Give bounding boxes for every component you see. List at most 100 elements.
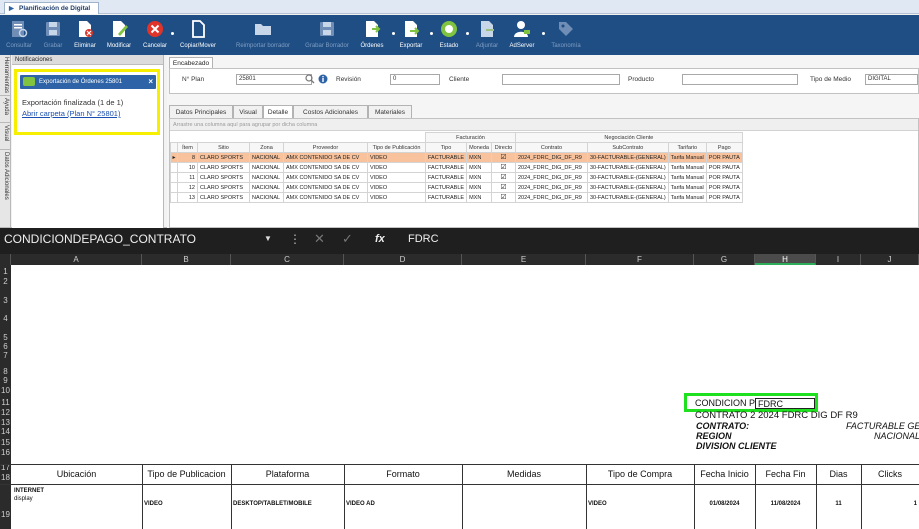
revision-field[interactable]: 0 <box>390 74 440 85</box>
plan-number-field[interactable]: 25801 <box>236 74 312 85</box>
checkmark-icon[interactable]: ☑ <box>500 194 507 201</box>
row-header-19[interactable]: 19 <box>0 511 11 519</box>
more-options-icon[interactable]: ⋮ <box>289 228 301 250</box>
reimportar-borrador-button[interactable]: Reimportar borrador <box>230 16 296 54</box>
column-header-subcontrato[interactable]: SubContrato <box>586 142 669 153</box>
cell-contrato2[interactable]: CONTRATO 2 2024 FDRC DIG DF R9 <box>695 410 858 421</box>
open-folder-link[interactable]: Abrir carpeta (Plan N° 25801) <box>22 109 120 118</box>
cancelar-button[interactable]: Cancelar <box>139 16 171 54</box>
cancel-formula-icon[interactable]: ✕ <box>314 228 325 250</box>
select-all-corner[interactable] <box>0 254 11 265</box>
report-cell-ubicacion-2[interactable]: display <box>14 496 33 502</box>
row-header-12[interactable]: 12 <box>0 409 11 417</box>
report-header-dias[interactable]: Dias <box>816 469 861 479</box>
column-header-directo[interactable]: Directo <box>490 142 516 153</box>
grabar-button[interactable]: Grabar <box>38 16 68 54</box>
column-header-a[interactable]: A <box>11 254 142 265</box>
report-header-fecha-inicio[interactable]: Fecha Inicio <box>694 469 755 479</box>
column-header-tarifario[interactable]: Tarifario <box>667 142 707 153</box>
product-field[interactable] <box>682 74 798 85</box>
eliminar-button[interactable]: Eliminar <box>70 16 100 54</box>
media-type-field[interactable]: DIGITAL <box>865 74 918 85</box>
cell-facturable[interactable]: FACTURABLE GEN <box>846 421 919 431</box>
adserver-button[interactable]: AdServer <box>506 16 538 54</box>
column-header-e[interactable]: E <box>462 254 586 265</box>
exportar-button[interactable]: Exportar <box>392 16 426 54</box>
tab-detalle[interactable]: Detalle <box>263 105 293 119</box>
row-header-1[interactable]: 1 <box>0 268 11 276</box>
report-header-tipo-compra[interactable]: Tipo de Compra <box>586 469 694 479</box>
column-header-f[interactable]: F <box>586 254 694 265</box>
report-cell-tipo-publicacion[interactable]: VIDEO <box>144 501 163 507</box>
report-header-medidas[interactable]: Medidas <box>462 469 586 479</box>
notification-pill[interactable]: Exportación de Órdenes 25801 × <box>20 75 156 89</box>
side-tab-herramientas[interactable]: Herramientas <box>0 55 11 96</box>
table-row[interactable]: 12 CLARO SPORTS NACIONAL AMX CONTENIDO S… <box>170 182 743 193</box>
formula-input[interactable]: FDRC <box>408 228 439 250</box>
row-header-10[interactable]: 10 <box>0 387 11 395</box>
report-header-clicks[interactable]: Clicks <box>861 469 919 479</box>
close-icon[interactable]: × <box>148 75 153 89</box>
tab-datos-principales[interactable]: Datos Principales <box>169 105 233 119</box>
insert-function-icon[interactable]: fx <box>375 228 385 250</box>
row-header-4[interactable]: 4 <box>0 315 11 323</box>
table-row[interactable]: 10 CLARO SPORTS NACIONAL AMX CONTENIDO S… <box>170 162 743 173</box>
report-cell-tipo-compra[interactable]: VIDEO <box>588 501 607 507</box>
row-header-13[interactable]: 13 <box>0 419 11 427</box>
checkmark-icon[interactable]: ☑ <box>500 184 507 191</box>
tab-costos-adicionales[interactable]: Costos Adicionales <box>293 105 368 119</box>
column-header-sitio[interactable]: Sitio <box>197 142 250 153</box>
estado-button[interactable]: Estado <box>430 16 464 54</box>
confirm-formula-icon[interactable]: ✓ <box>342 228 353 250</box>
report-header-ubicacion[interactable]: Ubicación <box>11 469 142 479</box>
table-row[interactable]: ▸ 8 CLARO SPORTS NACIONAL AMX CONTENIDO … <box>170 152 743 163</box>
column-header-zona[interactable]: Zona <box>249 142 284 153</box>
column-header-c[interactable]: C <box>231 254 344 265</box>
report-cell-fecha-fin[interactable]: 11/08/2024 <box>755 501 816 507</box>
report-cell-clicks[interactable]: 1 <box>861 501 917 507</box>
adjuntar-button[interactable]: Adjuntar <box>466 16 504 54</box>
modificar-button[interactable]: Modificar <box>102 16 136 54</box>
column-header-d[interactable]: D <box>344 254 462 265</box>
row-header-3[interactable]: 3 <box>0 297 11 305</box>
side-tab-datos-adicionales[interactable]: Datos Adicionales <box>0 150 11 228</box>
cell-division-label[interactable]: DIVISION CLIENTE <box>696 441 777 451</box>
cell-contrato-label[interactable]: CONTRATO: <box>696 421 749 431</box>
row-header-15[interactable]: 15 <box>0 439 11 447</box>
cell-region-label[interactable]: REGION <box>696 431 732 441</box>
info-icon[interactable] <box>318 74 328 84</box>
column-header-proveedor[interactable]: Proveedor <box>283 142 368 153</box>
column-header-b[interactable]: B <box>142 254 231 265</box>
checkmark-icon[interactable]: ☑ <box>500 164 507 171</box>
row-header-9[interactable]: 9 <box>0 377 11 385</box>
row-header-6[interactable]: 6 <box>0 343 11 351</box>
side-tab-ayuda[interactable]: Ayuda <box>0 96 11 123</box>
tab-materiales[interactable]: Materiales <box>368 105 412 119</box>
row-header-11[interactable]: 11 <box>0 399 11 407</box>
column-header-tipo[interactable]: Tipo <box>424 142 468 153</box>
row-header-8[interactable]: 8 <box>0 368 11 376</box>
report-cell-plataforma[interactable]: DESKTOP/TABLET/MOBILE <box>233 501 312 507</box>
client-field[interactable] <box>502 74 620 85</box>
checkmark-icon[interactable]: ☑ <box>500 174 507 181</box>
copiar-mover-button[interactable]: Copiar/Mover <box>171 16 222 54</box>
column-header-pago[interactable]: Pago <box>705 142 743 153</box>
checkmark-icon[interactable]: ☑ <box>500 154 507 161</box>
table-row[interactable]: 11 CLARO SPORTS NACIONAL AMX CONTENIDO S… <box>170 172 743 183</box>
column-header-contrato[interactable]: Contrato <box>514 142 588 153</box>
consultar-button[interactable]: Consultar <box>2 16 36 54</box>
report-header-formato[interactable]: Formato <box>344 469 462 479</box>
column-header-tipo-publicacion[interactable]: Tipo de Publicación <box>367 142 426 153</box>
report-header-tipo-publicacion[interactable]: Tipo de Publicacion <box>142 469 231 479</box>
row-header-7[interactable]: 7 <box>0 352 11 360</box>
column-header-h[interactable]: H <box>755 254 816 265</box>
taxonomia-button[interactable]: Taxonomía <box>542 16 586 54</box>
window-tab[interactable]: Planificación de Digital <box>4 2 100 14</box>
column-header-moneda[interactable]: Moneda <box>466 142 492 153</box>
report-cell-dias[interactable]: 11 <box>816 501 861 507</box>
side-tab-visual[interactable]: Visual <box>0 123 11 150</box>
column-header-j[interactable]: J <box>861 254 919 265</box>
row-header-5[interactable]: 5 <box>0 334 11 342</box>
column-header-i[interactable]: I <box>816 254 861 265</box>
name-box-dropdown-icon[interactable]: ▼ <box>264 228 272 250</box>
